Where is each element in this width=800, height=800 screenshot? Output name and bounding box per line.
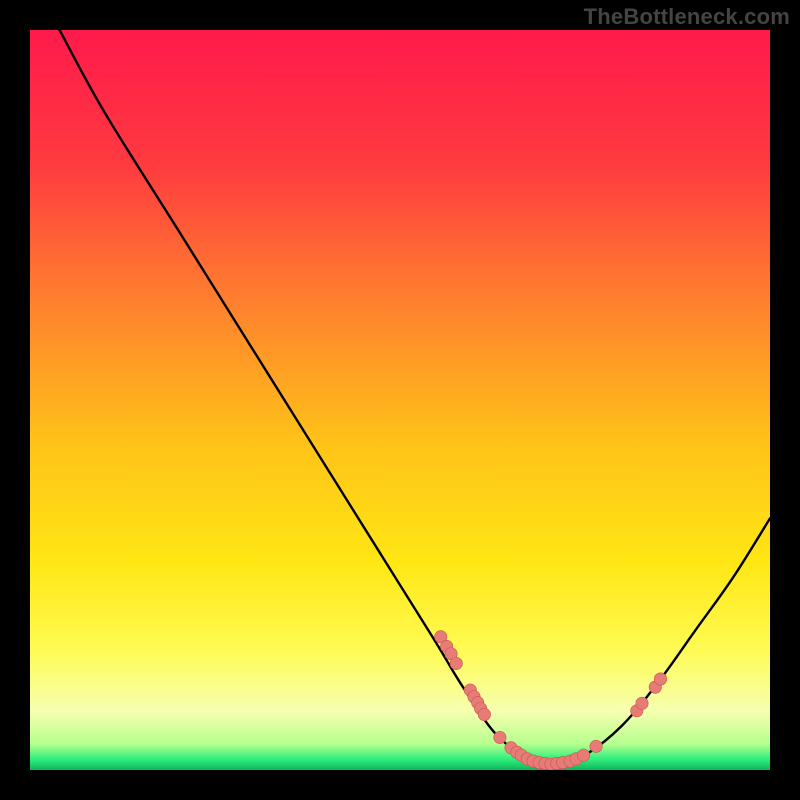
data-marker [494, 731, 506, 743]
bottleneck-curve [60, 30, 770, 764]
data-marker [636, 697, 648, 709]
markers-group [435, 631, 667, 770]
plot-area [30, 30, 770, 770]
data-marker [478, 708, 490, 720]
data-marker [654, 673, 666, 685]
data-marker [590, 740, 602, 752]
data-marker [577, 749, 589, 761]
watermark-text: TheBottleneck.com [584, 4, 790, 30]
chart-svg [30, 30, 770, 770]
data-marker [450, 657, 462, 669]
chart-frame: TheBottleneck.com [0, 0, 800, 800]
